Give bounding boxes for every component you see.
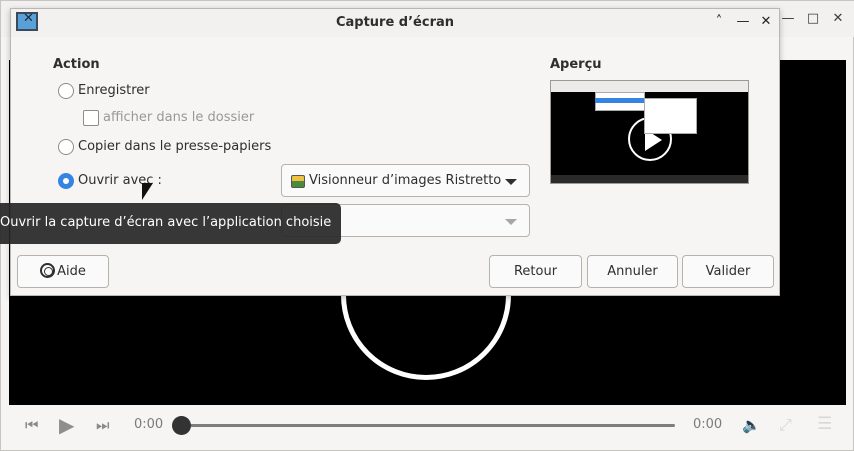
dialog-title: Capture d’écran [335,15,455,30]
total-time: 0:00 [693,417,723,432]
action-heading: Action [53,57,100,72]
validate-button[interactable]: Valider [682,255,774,288]
current-time: 0:00 [134,417,164,432]
preview-submenu-popup [644,98,697,134]
tooltip: Ouvrir la capture d’écran avec l’applica… [0,203,341,244]
seek-handle[interactable] [172,416,191,435]
preview-menubar [551,81,748,92]
copy-clipboard-label[interactable]: Copier dans le presse-papiers [78,139,271,154]
fullscreen-icon[interactable]: ⤢ [779,415,792,435]
player-controls: ⏮ ▶ ⏭ 0:00 0:00 🔈 ⤢ ☰ [9,405,846,445]
close-icon[interactable]: ✕ [759,15,773,29]
application-select[interactable]: Visionneur d’images Ristretto [281,164,530,197]
skip-forward-icon[interactable]: ⏭ [96,416,110,434]
chevron-down-icon [505,219,517,225]
skip-back-icon[interactable]: ⏮ [25,416,39,434]
preview-heading: Aperçu [550,57,602,72]
help-button[interactable]: Aide [17,255,109,288]
preview-menu-highlight [595,98,645,103]
help-button-label: Aide [57,264,86,279]
show-in-folder-checkbox[interactable] [83,110,99,126]
screenshot-dialog: ✕ Capture d’écran ˄ — ✕ Action Enregistr… [10,8,780,296]
tooltip-text: Ouvrir la capture d’écran avec l’applica… [0,215,332,230]
help-icon [40,263,56,278]
play-icon[interactable]: ▶ [59,413,74,437]
save-radio[interactable] [58,83,74,99]
cancel-button[interactable]: Annuler [587,255,678,288]
volume-icon[interactable]: 🔈 [742,416,761,434]
ristretto-app-icon [291,175,305,188]
preview-controls [551,175,748,183]
close-icon[interactable]: ✕ [831,12,845,26]
playlist-icon[interactable]: ☰ [817,414,832,434]
maximize-icon[interactable]: □ [806,12,820,26]
screenshot-preview-image [550,80,749,184]
chevron-up-icon[interactable]: ˄ [712,15,726,29]
minimize-icon[interactable]: — [781,12,795,26]
chevron-down-icon [505,179,517,185]
show-in-folder-label: afficher dans le dossier [103,110,255,125]
minimize-icon[interactable]: — [736,15,750,29]
seek-bar[interactable] [181,424,675,427]
copy-clipboard-radio[interactable] [58,139,74,155]
application-select-value: Visionneur d’images Ristretto [309,173,502,188]
open-with-radio[interactable] [58,173,74,189]
dialog-titlebar: ✕ Capture d’écran ˄ — ✕ [11,9,779,37]
back-button[interactable]: Retour [489,255,582,288]
mouse-cursor-icon [142,183,153,200]
save-label[interactable]: Enregistrer [78,83,150,98]
